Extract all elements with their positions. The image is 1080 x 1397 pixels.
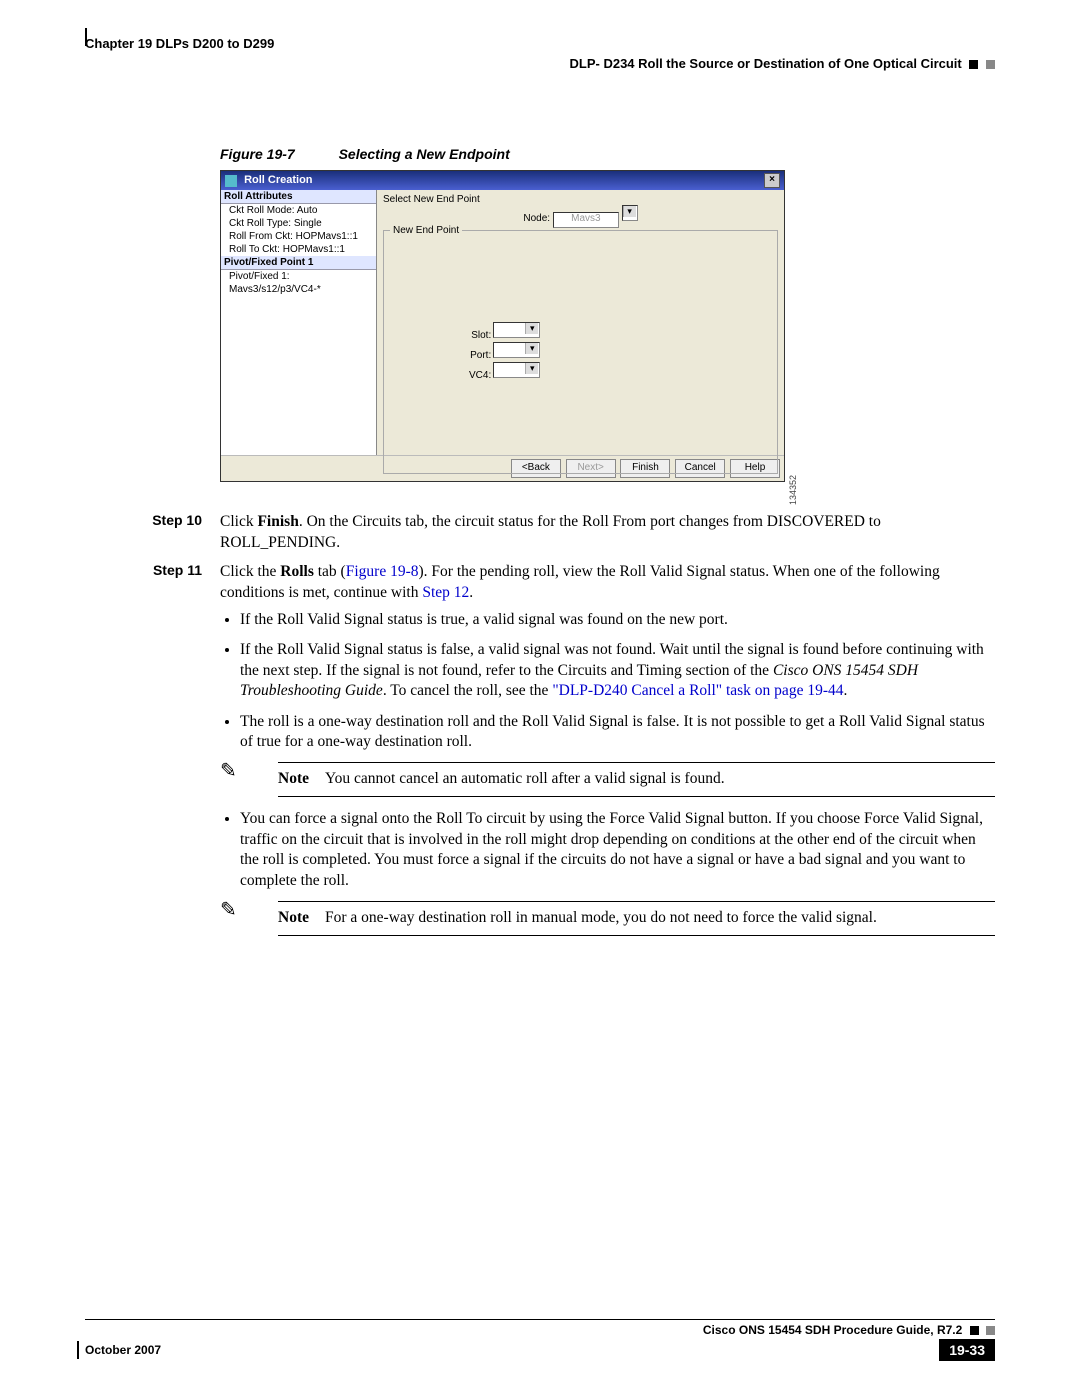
footer-square-icon xyxy=(986,1326,995,1335)
step-label: Step 10 xyxy=(85,512,220,554)
roll-attributes-header: Roll Attributes xyxy=(221,190,376,204)
step-body: Click Finish. On the Circuits tab, the c… xyxy=(220,512,995,554)
note-label: Note xyxy=(278,769,309,790)
header-square-icon xyxy=(986,60,995,69)
node-input[interactable]: Mavs3 xyxy=(553,212,619,228)
figure-link[interactable]: Figure 19-8 xyxy=(346,563,419,580)
image-number: 134352 xyxy=(788,475,798,505)
bullet-list: You can force a signal onto the Roll To … xyxy=(220,809,995,891)
new-endpoint-fieldset: New End Point Slot: Port: VC4: xyxy=(383,230,778,474)
footer-guide: Cisco ONS 15454 SDH Procedure Guide, R7.… xyxy=(85,1323,995,1337)
attr-row: Ckt Roll Mode: Auto xyxy=(221,204,376,217)
step-label: Step 11 xyxy=(85,562,220,948)
page-number: 19-33 xyxy=(939,1339,995,1361)
dialog-title-text: Roll Creation xyxy=(244,174,312,186)
step-link[interactable]: Step 12 xyxy=(422,584,469,601)
page-footer: Cisco ONS 15454 SDH Procedure Guide, R7.… xyxy=(85,1319,995,1361)
header-chapter: Chapter 19 DLPs D200 to D299 xyxy=(85,36,274,51)
header-square-icon xyxy=(969,60,978,69)
step-10: Step 10 Click Finish. On the Circuits ta… xyxy=(85,512,995,554)
pivot-row: Pivot/Fixed 1: Mavs3/s12/p3/VC4-* xyxy=(221,270,376,296)
vc4-label: VC4: xyxy=(469,370,491,381)
list-item: If the Roll Valid Signal status is true,… xyxy=(240,610,995,630)
list-item: The roll is a one-way destination roll a… xyxy=(240,712,995,753)
step-body: Click the Rolls tab (Figure 19-8). For t… xyxy=(220,562,995,948)
chapter-text: Chapter 19 DLPs D200 to D299 xyxy=(85,36,274,51)
note-text: You cannot cancel an automatic roll afte… xyxy=(325,769,725,790)
close-icon[interactable]: × xyxy=(764,173,780,188)
slot-label: Slot: xyxy=(471,330,491,341)
node-dropdown[interactable] xyxy=(622,205,638,221)
list-item: You can force a signal onto the Roll To … xyxy=(240,809,995,891)
step-11: Step 11 Click the Rolls tab (Figure 19-8… xyxy=(85,562,995,948)
figure-title: Selecting a New Endpoint xyxy=(339,146,510,162)
port-dropdown[interactable] xyxy=(493,342,540,358)
select-endpoint-label: Select New End Point xyxy=(383,194,778,205)
attr-row: Roll To Ckt: HOPMavs1::1 xyxy=(221,243,376,256)
figure-caption: Figure 19-7 Selecting a New Endpoint xyxy=(220,146,995,162)
new-endpoint-pane: Select New End Point Node: Mavs3 New End… xyxy=(377,190,784,455)
fieldset-legend: New End Point xyxy=(390,225,462,236)
dialog-titlebar: Roll Creation × xyxy=(221,171,784,190)
header-section: DLP- D234 Roll the Source or Destination… xyxy=(570,56,995,71)
note-block: ✎ Note For a one-way destination roll in… xyxy=(220,901,995,936)
pencil-icon: ✎ xyxy=(220,758,237,785)
figure-number: Figure 19-7 xyxy=(220,146,295,162)
section-text: DLP- D234 Roll the Source or Destination… xyxy=(570,56,962,71)
bullet-list: If the Roll Valid Signal status is true,… xyxy=(220,610,995,753)
note-block: ✎ Note You cannot cancel an automatic ro… xyxy=(220,762,995,797)
list-item: If the Roll Valid Signal status is false… xyxy=(240,640,995,701)
pivot-header: Pivot/Fixed Point 1 xyxy=(221,256,376,270)
attr-row: Ckt Roll Type: Single xyxy=(221,217,376,230)
attr-row: Roll From Ckt: HOPMavs1::1 xyxy=(221,230,376,243)
vc4-dropdown[interactable] xyxy=(493,362,540,378)
node-label: Node: xyxy=(523,213,550,224)
roll-attributes-pane: Roll Attributes Ckt Roll Mode: Auto Ckt … xyxy=(221,190,377,455)
footer-square-icon xyxy=(970,1326,979,1335)
page-header: Chapter 19 DLPs D200 to D299 DLP- D234 R… xyxy=(85,36,995,86)
footer-date: October 2007 xyxy=(85,1343,161,1357)
port-label: Port: xyxy=(470,350,491,361)
pencil-icon: ✎ xyxy=(220,897,237,924)
roll-creation-dialog: Roll Creation × Roll Attributes Ckt Roll… xyxy=(220,170,785,482)
note-text: For a one-way destination roll in manual… xyxy=(325,908,877,929)
window-icon xyxy=(225,175,237,187)
slot-dropdown[interactable] xyxy=(493,322,540,338)
note-label: Note xyxy=(278,908,309,929)
cross-ref-link[interactable]: "DLP-D240 Cancel a Roll" task on page 19… xyxy=(552,682,843,699)
